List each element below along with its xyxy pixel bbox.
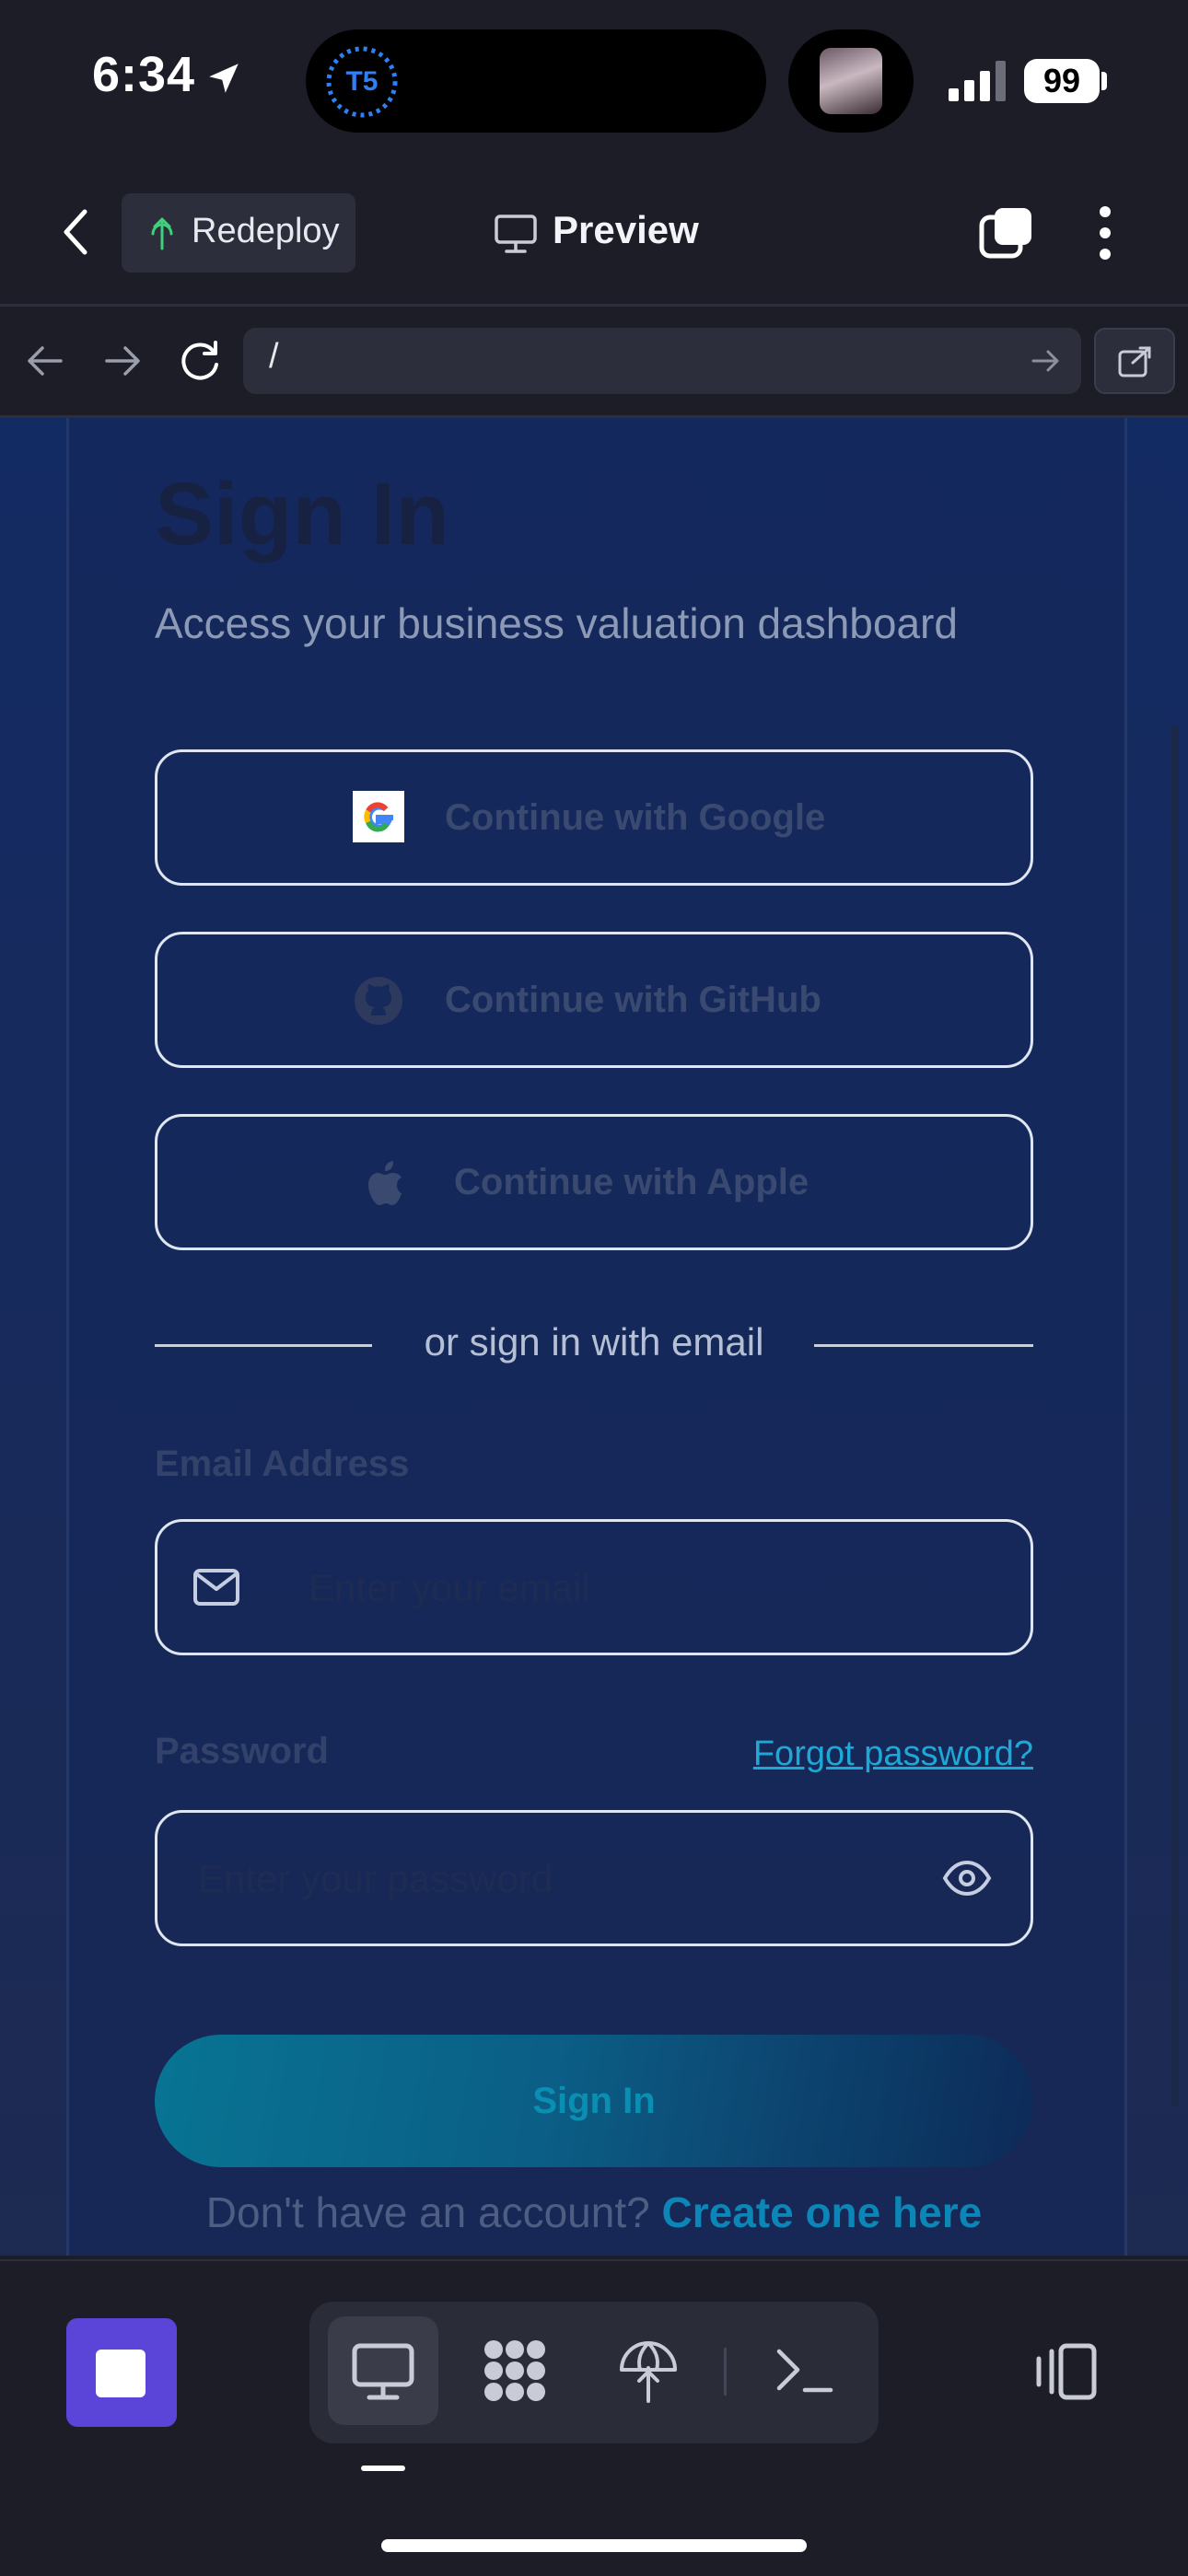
- github-button-label: Continue with GitHub: [445, 980, 821, 1020]
- preview-viewport: Sign In Access your business valuation d…: [0, 418, 1188, 2256]
- mail-icon: [193, 1569, 239, 1606]
- active-tool-indicator: [361, 2466, 405, 2471]
- tool-separator: [724, 2348, 727, 2396]
- desktop-icon: [352, 2343, 414, 2400]
- apple-button-label: Continue with Apple: [454, 1162, 809, 1202]
- home-indicator[interactable]: [381, 2539, 807, 2552]
- redeploy-icon: [151, 217, 173, 250]
- google-button-label: Continue with Google: [445, 797, 826, 838]
- scrollbar[interactable]: [1171, 725, 1179, 2106]
- deploy-icon[interactable]: [614, 2337, 682, 2405]
- battery-icon: 99: [1024, 59, 1100, 103]
- monitor-icon: [495, 215, 537, 253]
- divider-right: [814, 1344, 1033, 1347]
- apple-signin-button[interactable]: Continue with Apple: [155, 1114, 1033, 1250]
- github-signin-button[interactable]: Continue with GitHub: [155, 932, 1033, 1068]
- now-playing-artwork: [820, 48, 882, 114]
- create-account-row: Don't have an account? Create one here: [0, 2187, 1188, 2237]
- redeploy-label: Redeploy: [192, 212, 340, 250]
- github-icon: [355, 977, 402, 1025]
- sign-in-label: Sign In: [532, 2081, 656, 2121]
- stop-icon: [96, 2350, 146, 2397]
- signal-icon: [949, 61, 1006, 101]
- terminal-icon[interactable]: [770, 2337, 838, 2405]
- no-account-text: Don't have an account?: [205, 2188, 662, 2236]
- preview-title: Preview: [553, 208, 699, 251]
- modules-icon[interactable]: [481, 2337, 549, 2405]
- panels-icon[interactable]: [1033, 2340, 1100, 2403]
- password-label: Password: [155, 1731, 329, 1771]
- open-external-icon: [1118, 346, 1151, 377]
- sign-in-button[interactable]: Sign In: [155, 2035, 1033, 2167]
- more-vertical-icon[interactable]: [1085, 204, 1125, 261]
- go-arrow-icon[interactable]: [1028, 344, 1065, 377]
- battery-nub: [1101, 72, 1107, 90]
- page-title: Sign In: [155, 465, 449, 563]
- apple-icon: [368, 1161, 402, 1205]
- email-placeholder: Enter your email: [309, 1566, 590, 1609]
- google-icon: [353, 791, 404, 842]
- arrow-left-icon[interactable]: [24, 341, 68, 381]
- password-field[interactable]: Enter your password: [155, 1810, 1033, 1946]
- reload-icon[interactable]: [177, 339, 223, 385]
- forgot-password-link[interactable]: Forgot password?: [753, 1735, 1033, 1774]
- arrow-right-icon[interactable]: [99, 341, 144, 381]
- back-chevron-icon[interactable]: [53, 204, 101, 260]
- status-time: 6:34: [92, 47, 196, 102]
- email-field[interactable]: Enter your email: [155, 1519, 1033, 1655]
- email-label: Email Address: [155, 1444, 410, 1484]
- island-badge: T5: [345, 66, 379, 97]
- create-account-link[interactable]: Create one here: [661, 2188, 982, 2236]
- url-input[interactable]: [243, 328, 1081, 394]
- page-subtitle: Access your business valuation dashboard: [155, 599, 958, 647]
- divider-text: or sign in with email: [424, 1320, 764, 1363]
- url-text: /: [269, 337, 279, 376]
- google-signin-button[interactable]: Continue with Google: [155, 749, 1033, 886]
- eye-icon[interactable]: [942, 1857, 992, 1899]
- location-arrow-icon: [209, 64, 239, 93]
- tabs-icon[interactable]: [978, 204, 1035, 260]
- password-placeholder: Enter your password: [198, 1857, 553, 1900]
